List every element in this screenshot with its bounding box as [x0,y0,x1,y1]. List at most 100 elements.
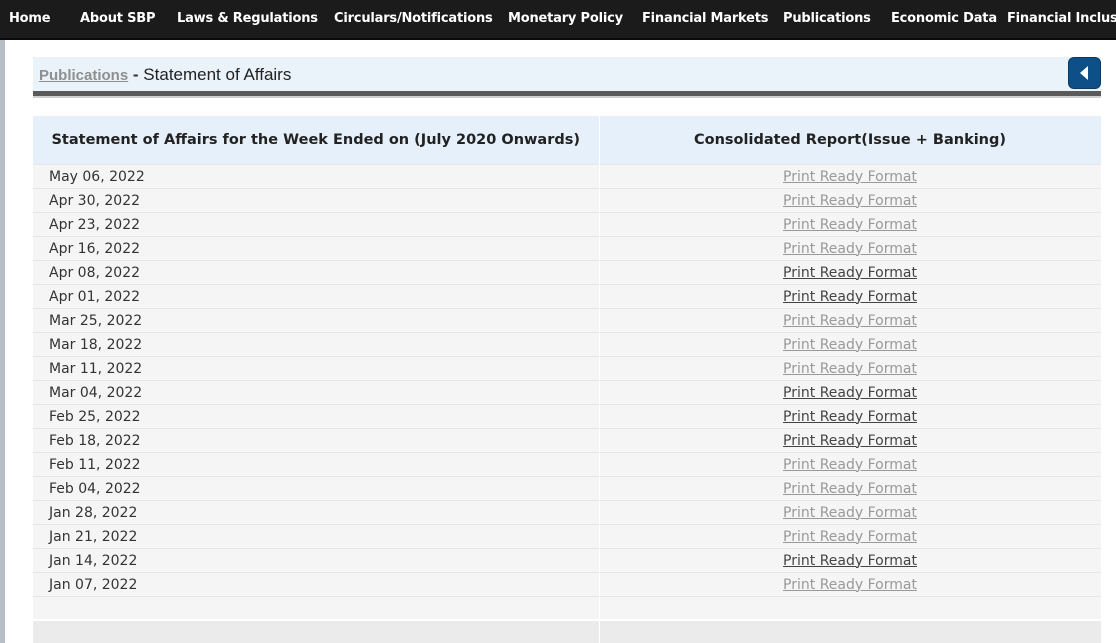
breadcrumb-publications-link[interactable]: Publications [39,67,128,84]
table-row: Mar 25, 2022 Print Ready Format [33,308,1102,333]
week-ended-date: Feb 25, 2022 [33,404,600,429]
empty-cell [599,596,1102,620]
week-ended-date: Mar 18, 2022 [33,332,600,357]
nav-financial-markets[interactable]: Financial Markets [642,11,769,26]
left-border [0,40,5,643]
print-ready-format-link[interactable]: Print Ready Format [783,457,917,473]
week-ended-date: Mar 04, 2022 [33,380,600,405]
week-ended-date: Apr 08, 2022 [33,260,600,285]
week-ended-date: Mar 25, 2022 [33,308,600,333]
table-row: Feb 04, 2022 Print Ready Format [33,476,1102,501]
nav-monetary-policy[interactable]: Monetary Policy [508,11,623,26]
print-ready-format-link[interactable]: Print Ready Format [783,217,917,233]
empty-cell [33,596,600,620]
week-ended-date: Feb 18, 2022 [33,428,600,453]
column-header-week-ended: Statement of Affairs for the Week Ended … [33,116,600,165]
table-row: Jan 21, 2022 Print Ready Format [33,524,1102,549]
page-header: Publications - Statement of Affairs [33,57,1101,91]
report-cell: Print Ready Format [599,308,1102,333]
table-row: Jan 28, 2022 Print Ready Format [33,500,1102,525]
report-cell: Print Ready Format [599,284,1102,309]
report-cell: Print Ready Format [599,164,1102,189]
print-ready-format-link[interactable]: Print Ready Format [783,385,917,401]
nav-home[interactable]: Home [9,11,51,26]
week-ended-date: Apr 23, 2022 [33,212,600,237]
breadcrumb: Publications - Statement of Affairs [39,65,291,85]
report-cell: Print Ready Format [599,236,1102,261]
week-ended-date: Jan 21, 2022 [33,524,600,549]
print-ready-format-link[interactable]: Print Ready Format [783,169,917,185]
nav-circulars-notifications[interactable]: Circulars/Notifications [334,11,493,26]
report-cell: Print Ready Format [599,476,1102,501]
nav-publications[interactable]: Publications [783,11,871,26]
report-cell: Print Ready Format [599,452,1102,477]
week-ended-date: Mar 11, 2022 [33,356,600,381]
week-ended-date: Jan 07, 2022 [33,572,600,597]
table-row: Feb 25, 2022 Print Ready Format [33,404,1102,429]
table-row: Apr 23, 2022 Print Ready Format [33,212,1102,237]
print-ready-format-link[interactable]: Print Ready Format [783,433,917,449]
footer-cell [599,619,1102,643]
report-cell: Print Ready Format [599,524,1102,549]
statement-of-affairs-table: Statement of Affairs for the Week Ended … [33,116,1102,643]
print-ready-format-link[interactable]: Print Ready Format [783,553,917,569]
week-ended-date: Apr 01, 2022 [33,284,600,309]
nav-financial-inclusion[interactable]: Financial Inclusio [1007,11,1116,26]
report-cell: Print Ready Format [599,260,1102,285]
report-cell: Print Ready Format [599,428,1102,453]
table-row: May 06, 2022 Print Ready Format [33,164,1102,189]
print-ready-format-link[interactable]: Print Ready Format [783,265,917,281]
print-ready-format-link[interactable]: Print Ready Format [783,361,917,377]
top-navigation: Home About SBP Laws & Regulations Circul… [0,0,1116,40]
nav-economic-data[interactable]: Economic Data [891,11,997,26]
print-ready-format-link[interactable]: Print Ready Format [783,577,917,593]
table-row: Jan 07, 2022 Print Ready Format [33,572,1102,597]
page-title: Statement of Affairs [143,65,292,84]
table-row: Mar 11, 2022 Print Ready Format [33,356,1102,381]
report-cell: Print Ready Format [599,356,1102,381]
footer-cell [33,619,600,643]
table-header-row: Statement of Affairs for the Week Ended … [33,116,1102,165]
table-row-empty [33,596,1102,620]
nav-laws-regulations[interactable]: Laws & Regulations [177,11,318,26]
report-cell: Print Ready Format [599,212,1102,237]
report-cell: Print Ready Format [599,332,1102,357]
print-ready-format-link[interactable]: Print Ready Format [783,193,917,209]
report-cell: Print Ready Format [599,188,1102,213]
print-ready-format-link[interactable]: Print Ready Format [783,241,917,257]
week-ended-date: Jan 14, 2022 [33,548,600,573]
report-cell: Print Ready Format [599,380,1102,405]
breadcrumb-separator: - [128,65,144,84]
table-row: Mar 04, 2022 Print Ready Format [33,380,1102,405]
week-ended-date: Feb 11, 2022 [33,452,600,477]
week-ended-date: May 06, 2022 [33,164,600,189]
table-row: Feb 18, 2022 Print Ready Format [33,428,1102,453]
print-ready-format-link[interactable]: Print Ready Format [783,481,917,497]
back-button[interactable] [1069,58,1100,88]
table-row: Feb 11, 2022 Print Ready Format [33,452,1102,477]
print-ready-format-link[interactable]: Print Ready Format [783,505,917,521]
week-ended-date: Feb 04, 2022 [33,476,600,501]
week-ended-date: Jan 28, 2022 [33,500,600,525]
chevron-left-icon [1080,66,1088,80]
table-row: Apr 01, 2022 Print Ready Format [33,284,1102,309]
header-divider-shadow [33,96,1101,98]
table-row: Apr 08, 2022 Print Ready Format [33,260,1102,285]
print-ready-format-link[interactable]: Print Ready Format [783,337,917,353]
print-ready-format-link[interactable]: Print Ready Format [783,529,917,545]
week-ended-date: Apr 30, 2022 [33,188,600,213]
table-row: Mar 18, 2022 Print Ready Format [33,332,1102,357]
report-cell: Print Ready Format [599,548,1102,573]
nav-about-sbp[interactable]: About SBP [80,11,155,26]
table-row: Apr 16, 2022 Print Ready Format [33,236,1102,261]
report-cell: Print Ready Format [599,404,1102,429]
print-ready-format-link[interactable]: Print Ready Format [783,289,917,305]
column-header-consolidated-report: Consolidated Report(Issue + Banking) [599,116,1102,165]
week-ended-date: Apr 16, 2022 [33,236,600,261]
table-row: Jan 14, 2022 Print Ready Format [33,548,1102,573]
print-ready-format-link[interactable]: Print Ready Format [783,313,917,329]
report-cell: Print Ready Format [599,500,1102,525]
table-row: Apr 30, 2022 Print Ready Format [33,188,1102,213]
print-ready-format-link[interactable]: Print Ready Format [783,409,917,425]
table-footer-row [33,619,1102,643]
